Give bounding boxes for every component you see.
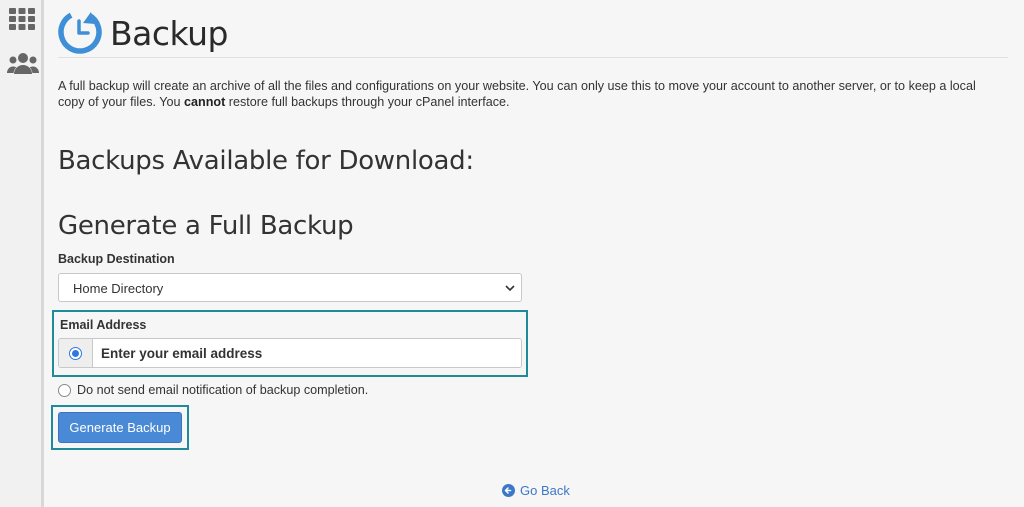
no-email-option[interactable]: Do not send email notification of backup…: [58, 382, 368, 398]
no-email-label: Do not send email notification of backup…: [77, 383, 369, 397]
go-back-link[interactable]: Go Back: [502, 483, 570, 498]
chevron-down-icon: [505, 285, 515, 292]
email-input-group: [58, 338, 522, 368]
email-radio-addon: [59, 339, 93, 367]
apps-grid-icon[interactable]: [9, 8, 35, 30]
no-email-radio[interactable]: [58, 383, 71, 397]
intro-text: A full backup will create an archive of …: [58, 78, 998, 110]
backup-destination-label: Backup Destination: [58, 252, 175, 266]
generate-backup-highlight: Generate Backup: [51, 405, 189, 450]
generate-backup-button[interactable]: Generate Backup: [58, 412, 182, 443]
backups-available-heading: Backups Available for Download:: [58, 146, 474, 176]
sidebar: [0, 0, 44, 507]
users-icon[interactable]: [7, 52, 39, 76]
generate-backup-heading: Generate a Full Backup: [58, 211, 354, 241]
email-address-group: Email Address: [52, 310, 528, 377]
main-content: Backup A full backup will create an arch…: [51, 0, 1012, 507]
backup-destination-select[interactable]: Home Directory: [58, 273, 522, 302]
page-header: Backup: [58, 8, 1008, 58]
intro-text-part2: restore full backups through your cPanel…: [225, 95, 510, 109]
email-address-label: Email Address: [60, 318, 147, 332]
backup-destination-value: Home Directory: [73, 281, 164, 296]
page-title: Backup: [110, 14, 228, 53]
arrow-left-circle-icon: [502, 484, 515, 497]
backup-clock-icon: [58, 10, 102, 54]
intro-text-bold: cannot: [184, 95, 226, 109]
go-back-label: Go Back: [520, 483, 570, 498]
email-input[interactable]: [93, 339, 521, 367]
email-radio[interactable]: [69, 346, 82, 360]
